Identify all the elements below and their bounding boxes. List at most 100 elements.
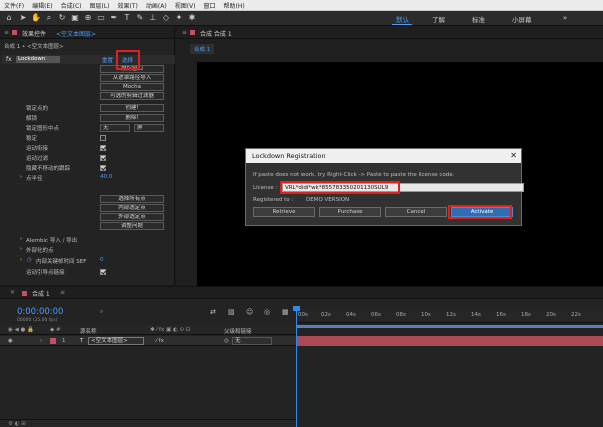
- time-ruler[interactable]: 00s 02s 04s 06s 08s 10s 12s 14s 16s 18s …: [296, 309, 603, 323]
- parent-select[interactable]: 无: [232, 337, 272, 345]
- select-all-points-button[interactable]: 选择所有点: [100, 195, 164, 203]
- delete-button[interactable]: 删除!: [100, 114, 164, 122]
- column-source-name[interactable]: 源名称: [80, 327, 97, 335]
- ruler-label: 00s: [298, 312, 308, 318]
- comp-flowchart-icon[interactable]: ⇄: [210, 308, 216, 316]
- pen-tool-icon[interactable]: ✒: [109, 13, 119, 23]
- expand-arrow-icon[interactable]: ›: [20, 257, 22, 263]
- tab-composition[interactable]: 合成 合成 1: [200, 29, 232, 38]
- selection-tool-icon[interactable]: ➤: [18, 13, 28, 23]
- timeline-footer: ⚙ ◐ ⊞: [0, 419, 296, 427]
- close-icon[interactable]: ✕: [510, 149, 517, 163]
- clone-stamp-icon[interactable]: ⊥: [148, 13, 158, 23]
- menu-effect[interactable]: 效果(T): [114, 1, 142, 10]
- menu-view[interactable]: 视图(V): [171, 1, 200, 10]
- expand-arrow-icon[interactable]: ›: [20, 246, 22, 252]
- fx-icon[interactable]: fx: [6, 56, 12, 63]
- puppet-tool-icon[interactable]: ✱: [187, 13, 197, 23]
- menu-layer[interactable]: 图层(L): [86, 1, 114, 10]
- outer-selected-points-button[interactable]: 外部选定点: [100, 213, 164, 221]
- rectangle-tool-icon[interactable]: ▭: [96, 13, 106, 23]
- hand-tool-icon[interactable]: ✋: [31, 13, 41, 23]
- home-icon[interactable]: ⌂: [4, 13, 14, 23]
- group-row[interactable]: › Alembic 导入 / 导出: [0, 236, 175, 244]
- motion-link-checkbox[interactable]: [100, 145, 106, 151]
- lock-center-mode-select[interactable]: 屏: [134, 124, 164, 132]
- create-button[interactable]: 创建!: [100, 104, 164, 112]
- workspace-learn[interactable]: 了解: [432, 14, 445, 24]
- motion-blur-icon[interactable]: ◎: [264, 308, 270, 316]
- tab-effect-controls[interactable]: 效果控件: [22, 29, 46, 38]
- group-row[interactable]: › ◷ 内部关键帧时间 SEF 0: [0, 257, 175, 265]
- type-tool-icon[interactable]: T: [122, 13, 132, 23]
- playhead[interactable]: [296, 307, 297, 427]
- layer-label-color[interactable]: [50, 338, 56, 344]
- workspace-small-screen[interactable]: 小屏幕: [512, 14, 532, 24]
- motion-filter-checkbox[interactable]: [100, 155, 106, 161]
- visibility-icon[interactable]: ◉: [8, 338, 13, 344]
- pickwhip-icon[interactable]: ◎: [224, 338, 229, 344]
- tab-effect-layer[interactable]: <空文本图层>: [56, 29, 96, 38]
- workspace-default[interactable]: 默认: [396, 14, 409, 24]
- reset-link[interactable]: 重置: [102, 56, 113, 64]
- brush-tool-icon[interactable]: ✎: [135, 13, 145, 23]
- motion-guide-link-checkbox[interactable]: [100, 269, 106, 275]
- menu-icon[interactable]: ≡: [4, 29, 9, 36]
- sef-value[interactable]: 0: [100, 257, 104, 263]
- draft-3d-icon[interactable]: ▨: [228, 308, 235, 316]
- collapse-switch-icon[interactable]: ⁄ fx: [156, 338, 164, 344]
- menu-animation[interactable]: 动画(A): [142, 1, 171, 10]
- expand-arrow-icon[interactable]: ›: [20, 174, 22, 180]
- menu-window[interactable]: 窗口: [199, 1, 219, 10]
- layer-duration-bar[interactable]: [297, 336, 603, 346]
- zoom-tool-icon[interactable]: ⌕: [44, 13, 54, 23]
- menu-icon[interactable]: ≡: [60, 289, 65, 296]
- comp-sub-tab[interactable]: 合成 1: [190, 44, 215, 54]
- mocha-button[interactable]: Mocha: [100, 83, 164, 91]
- layer-row[interactable]: ◉ › 1 T <空文本图层> ⁄ fx ◎ 无: [0, 336, 296, 346]
- menu-file[interactable]: 文件(F): [0, 1, 28, 10]
- menu-edit[interactable]: 编辑(E): [28, 1, 56, 10]
- hide-static-tracks-checkbox[interactable]: [100, 165, 106, 171]
- roto-brush-icon[interactable]: ✦: [174, 13, 184, 23]
- switches-icon[interactable]: ✱ ⁄ fx ▣ ◐ ⊙ ⊡: [150, 327, 190, 333]
- lock-center-select[interactable]: 无: [100, 124, 130, 132]
- purchase-button[interactable]: Purchase: [319, 207, 381, 217]
- group-row[interactable]: › 外部化的点: [0, 246, 175, 254]
- inner-selected-points-button[interactable]: 内部选定点: [100, 204, 164, 212]
- shy-icon[interactable]: ☺: [246, 308, 253, 316]
- workspace-more-icon[interactable]: »: [560, 13, 570, 23]
- workspace-standard[interactable]: 标准: [472, 14, 485, 24]
- layer-index: 1: [62, 338, 66, 344]
- search-icon[interactable]: ⌕: [100, 308, 103, 316]
- effect-name[interactable]: Lockdown: [16, 56, 60, 63]
- stabilize-checkbox[interactable]: [100, 135, 106, 141]
- expand-arrow-icon[interactable]: ›: [40, 338, 42, 344]
- rotate-tool-icon[interactable]: ↻: [57, 13, 67, 23]
- av-switches-icon[interactable]: ◉ ◀ ● 🔒: [8, 327, 34, 333]
- stopwatch-icon[interactable]: ◷: [27, 257, 32, 263]
- menu-help[interactable]: 帮助(H): [220, 1, 249, 10]
- camera-tool-icon[interactable]: ▣: [70, 13, 80, 23]
- group-label: 内部关键帧时间 SEF: [36, 259, 87, 265]
- work-area-bar[interactable]: [297, 325, 603, 328]
- eraser-icon[interactable]: ◇: [161, 13, 171, 23]
- menu-icon[interactable]: ≡: [182, 29, 187, 36]
- label-tag-icon[interactable]: ◆ #: [50, 327, 61, 333]
- expand-arrow-icon[interactable]: ›: [20, 236, 22, 242]
- adjust-problem-button[interactable]: 调整问题: [100, 222, 164, 230]
- current-time[interactable]: 0:00:00:00: [17, 307, 63, 317]
- column-parent-link[interactable]: 父级和链接: [224, 327, 252, 335]
- graph-editor-icon[interactable]: ▦: [282, 308, 289, 316]
- toggle-switches-icon[interactable]: ⚙ ◐ ⊞: [8, 421, 26, 427]
- pan-behind-icon[interactable]: ⊕: [83, 13, 93, 23]
- menu-composition[interactable]: 合成(C): [57, 1, 86, 10]
- close-icon[interactable]: ✕: [10, 289, 15, 296]
- import-mask-path-button[interactable]: 从遮罩路径导入: [100, 74, 164, 82]
- cancel-button[interactable]: Cancel: [385, 207, 447, 217]
- point-radius-value[interactable]: 40.0: [100, 174, 112, 180]
- clip-filter-button[interactable]: 可选的剪辑过滤器: [100, 92, 164, 100]
- tab-timeline-comp[interactable]: 合成 1: [32, 289, 50, 298]
- layer-name[interactable]: <空文本图层>: [88, 337, 144, 345]
- retrieve-button[interactable]: Retrieve: [253, 207, 315, 217]
